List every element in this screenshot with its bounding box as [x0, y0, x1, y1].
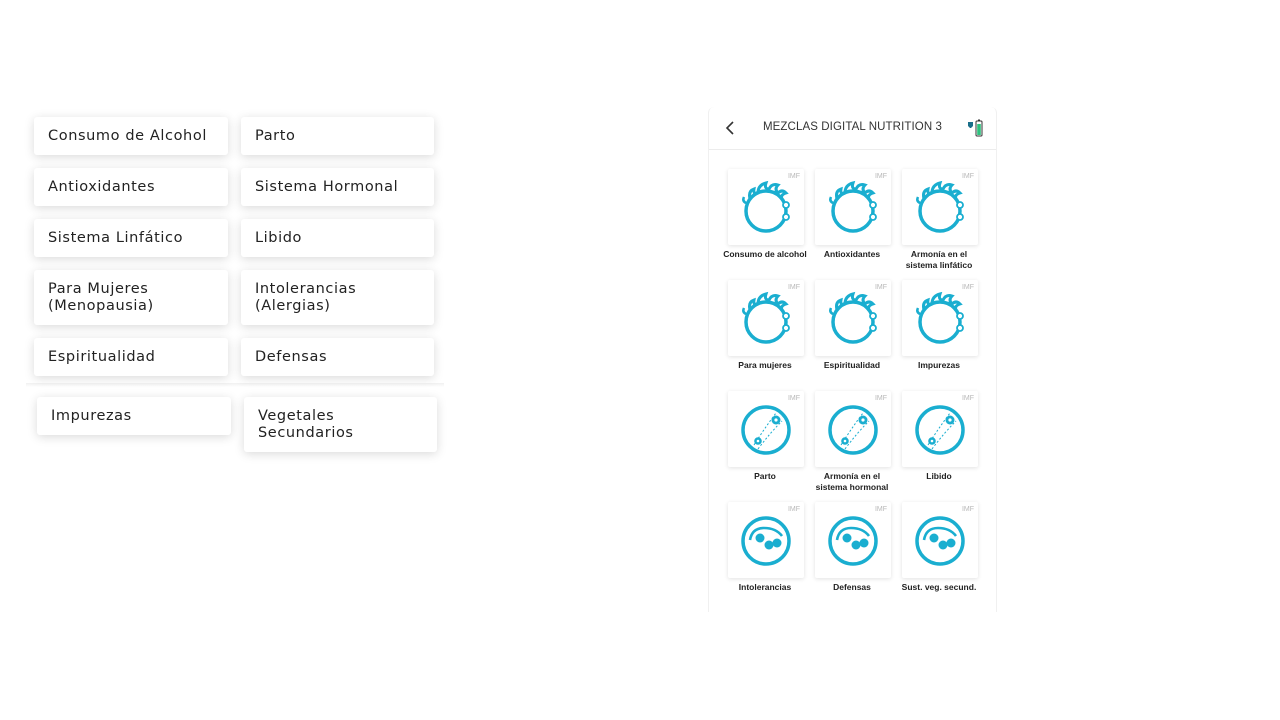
section-divider: [26, 383, 444, 387]
list-item-libido[interactable]: Libido: [241, 219, 434, 257]
tile-label: Impurezas: [917, 360, 961, 370]
tile-intolerancias[interactable]: IMF Intolerancias: [718, 502, 806, 610]
screen: Consumo de Alcohol Parto Antioxidantes S…: [0, 0, 1280, 720]
page-title: MEZCLAS DIGITAL NUTRITION 3: [762, 121, 943, 133]
tile-card: IMF: [902, 502, 978, 578]
tile-label: Para mujeres: [738, 360, 792, 370]
tile-sust-veg-secund[interactable]: IMF Sust. veg. secund.: [892, 502, 980, 610]
cells-circle-icon: [915, 516, 965, 566]
tile-label: Antioxidantes: [823, 249, 881, 259]
cells-circle-icon: [828, 516, 878, 566]
tile-libido[interactable]: IMF Libido: [892, 391, 980, 499]
list-item-impurezas[interactable]: Impurezas: [37, 397, 231, 435]
list-item-para-mujeres[interactable]: Para Mujeres (Menopausia): [34, 270, 228, 325]
tile-card: IMF: [902, 280, 978, 356]
spiky-circle-icon: [742, 291, 790, 344]
cells-circle-icon: [741, 516, 791, 566]
tile-card: IMF: [815, 280, 891, 356]
spiky-circle-icon: [916, 180, 964, 233]
tile-label: Espiritualidad: [823, 360, 881, 370]
tile-label: Intolerancias: [738, 582, 792, 592]
tile-antioxidantes[interactable]: IMF Antioxidantes: [805, 169, 893, 277]
tile-sistema-hormonal[interactable]: IMF Armonía en el sistema hormonal: [805, 391, 893, 499]
tile-para-mujeres[interactable]: IMF Para mujeres: [718, 280, 806, 388]
tile-parto[interactable]: IMF Parto: [718, 391, 806, 499]
app-header: MEZCLAS DIGITAL NUTRITION 3: [709, 107, 996, 150]
list-item-espiritualidad[interactable]: Espiritualidad: [34, 338, 228, 376]
tile-espiritualidad[interactable]: IMF Espiritualidad: [805, 280, 893, 388]
tile-card: IMF: [815, 391, 891, 467]
tile-label: Armonía en el sistema hormonal: [815, 471, 889, 492]
device-status[interactable]: [965, 118, 987, 138]
list-item-intolerancias[interactable]: Intolerancias (Alergias): [241, 270, 434, 325]
tile-defensas[interactable]: IMF Defensas: [805, 502, 893, 610]
spiky-circle-icon: [829, 291, 877, 344]
list-item-consumo-alcohol[interactable]: Consumo de Alcohol: [34, 117, 228, 155]
list-item-defensas[interactable]: Defensas: [241, 338, 434, 376]
tile-label: Defensas: [833, 582, 871, 592]
phone-screen: MEZCLAS DIGITAL NUTRITION 3 IMF Consumo …: [708, 107, 997, 612]
orbit-circle-icon: [828, 405, 878, 455]
tile-card: IMF: [815, 502, 891, 578]
chevron-left-icon: [725, 121, 734, 135]
tile-card: IMF: [902, 391, 978, 467]
tile-label: Libido: [926, 471, 952, 481]
tile-label: Sust. veg. secund.: [901, 582, 977, 592]
spiky-circle-icon: [916, 291, 964, 344]
bottle-battery-icon: [968, 119, 983, 137]
tile-sistema-linfatico[interactable]: IMF Armonía en el sistema linfático: [892, 169, 980, 277]
tile-card: IMF: [902, 169, 978, 245]
tile-card: IMF: [728, 169, 804, 245]
orbit-circle-icon: [741, 405, 791, 455]
back-button[interactable]: [721, 118, 741, 138]
tile-card: IMF: [815, 169, 891, 245]
tile-card: IMF: [728, 502, 804, 578]
list-item-sistema-linfatico[interactable]: Sistema Linfático: [34, 219, 228, 257]
tile-label: Armonía en el sistema linfático: [905, 249, 973, 270]
list-item-parto[interactable]: Parto: [241, 117, 434, 155]
spiky-circle-icon: [742, 180, 790, 233]
spiky-circle-icon: [829, 180, 877, 233]
list-item-vegetales-secundarios[interactable]: Vegetales Secundarios: [244, 397, 437, 452]
tile-label: Parto: [754, 471, 776, 481]
tile-consumo-alcohol[interactable]: IMF Consumo de alcohol: [718, 169, 807, 277]
tile-label: Consumo de alcohol: [723, 249, 807, 259]
tile-impurezas[interactable]: IMF Impurezas: [892, 280, 980, 388]
tile-card: IMF: [728, 280, 804, 356]
tile-card: IMF: [728, 391, 804, 467]
orbit-circle-icon: [915, 405, 965, 455]
list-item-sistema-hormonal[interactable]: Sistema Hormonal: [241, 168, 434, 206]
list-item-antioxidantes[interactable]: Antioxidantes: [34, 168, 228, 206]
